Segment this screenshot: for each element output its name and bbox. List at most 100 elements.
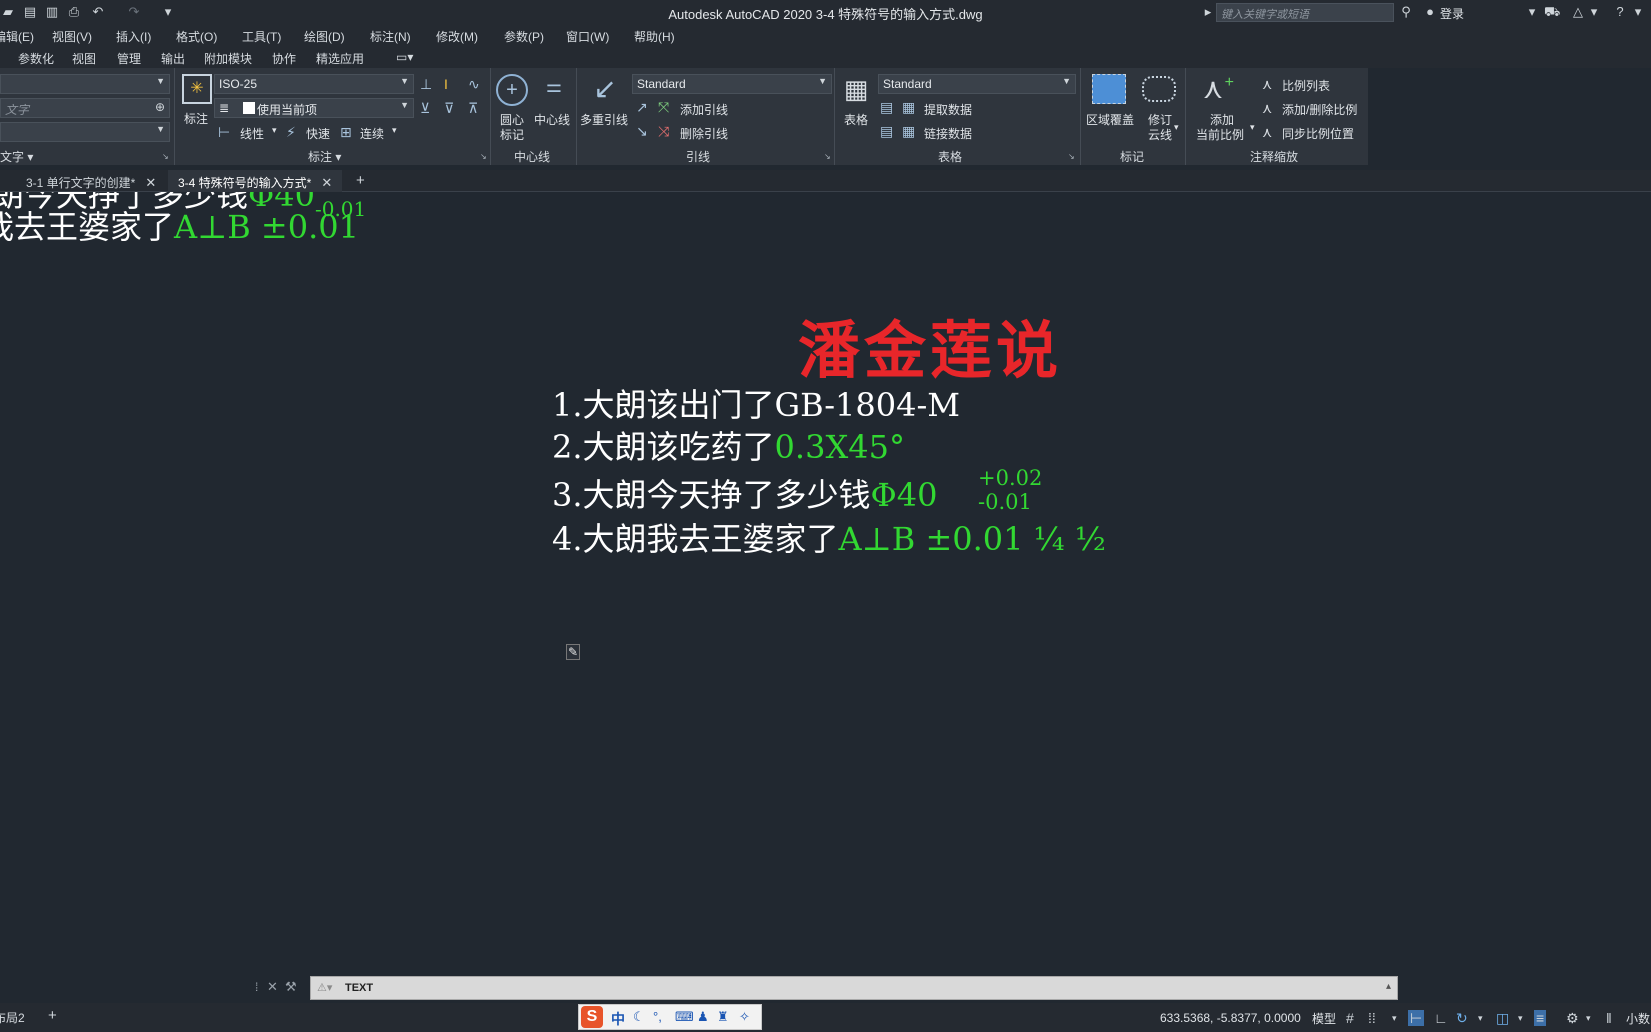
a360-dropdown-icon[interactable]: ▾	[1586, 4, 1602, 20]
close-icon[interactable]: ✕	[145, 175, 156, 190]
remove-leader-icon[interactable]: ↘	[636, 123, 648, 139]
polar-icon[interactable]: ↻	[1456, 1010, 1468, 1026]
cmd-close-icon[interactable]: ✕	[267, 979, 278, 995]
scale-list-icon[interactable]: ⋏	[1262, 76, 1272, 92]
coordinates-readout[interactable]: 633.5368, -5.8377, 0.0000	[1160, 1011, 1301, 1025]
dim-tool-4-icon[interactable]: ⊻	[420, 100, 430, 116]
add-leader-button[interactable]: 添加引线	[680, 101, 728, 118]
ime-keyboard-icon[interactable]: ⌨	[675, 1009, 694, 1025]
add-current-scale-button-2[interactable]: 当前比例	[1196, 126, 1244, 143]
remove-leader-x-icon[interactable]: ⤨	[658, 123, 669, 139]
cmd-customize-icon[interactable]: ⚒	[285, 979, 297, 995]
dim-layer-combo[interactable]: ≣ 使用当前项 ▼	[214, 98, 414, 118]
continue-button[interactable]: 连续	[360, 125, 384, 142]
menu-insert[interactable]: 插入(I)	[116, 28, 151, 45]
link-data-button[interactable]: 链接数据	[924, 125, 972, 142]
remove-leader-button[interactable]: 删除引线	[680, 125, 728, 142]
cart-icon[interactable]: ⛟	[1544, 4, 1560, 20]
menu-tools[interactable]: 工具(T)	[242, 28, 281, 45]
snap-icon[interactable]: ⁞⁞	[1368, 1010, 1376, 1026]
new-tab-icon[interactable]: +	[356, 172, 365, 189]
ime-user-icon[interactable]: ♟	[697, 1009, 709, 1025]
link-data-icon-1[interactable]: ▤	[880, 123, 893, 139]
tab-collaborate[interactable]: 协作	[272, 50, 296, 67]
model-space-toggle[interactable]: 模型	[1312, 1010, 1336, 1027]
menu-window[interactable]: 窗口(W)	[566, 28, 609, 45]
add-layout-icon[interactable]: +	[48, 1007, 57, 1024]
extract-data-icon-1[interactable]: ▤	[880, 99, 893, 115]
a360-icon[interactable]: △	[1570, 4, 1586, 20]
tab-addins[interactable]: 附加模块	[204, 50, 252, 67]
scale-list-button[interactable]: 比例列表	[1282, 77, 1330, 94]
sogou-logo-icon[interactable]: S	[581, 1006, 603, 1028]
extract-data-icon-2[interactable]: ▦	[902, 99, 915, 115]
find-text-input[interactable]: 文字 ⊕	[0, 98, 170, 118]
wipeout-icon[interactable]	[1092, 74, 1126, 104]
menu-format[interactable]: 格式(O)	[176, 28, 217, 45]
continue-dropdown-icon[interactable]: ▾	[392, 125, 397, 136]
command-line[interactable]: ⁞ ✕ ⚒ ⚠▾ TEXT ▴	[255, 976, 1398, 1000]
ribbon-toggle-icon[interactable]: ▭▾	[396, 50, 413, 64]
isodraft-dropdown-icon[interactable]: ▾	[1518, 1010, 1523, 1026]
text-panel-title[interactable]: 文字 ▾	[0, 148, 33, 165]
lineweight-icon[interactable]: ≡	[1534, 1010, 1547, 1026]
quick-dim-icon[interactable]: ⚡	[286, 124, 296, 140]
cmd-history-icon[interactable]: ▴	[1386, 981, 1391, 992]
quick-dim-button[interactable]: 快速	[306, 125, 330, 142]
binoculars-icon[interactable]: ⚲	[1398, 4, 1414, 20]
login-dropdown-icon[interactable]: ▾	[1524, 4, 1540, 20]
text-panel-launcher-icon[interactable]: ↘	[162, 152, 169, 161]
expand-arrow-icon[interactable]: ▸	[1200, 4, 1216, 20]
add-leader-icon[interactable]: ↗	[636, 99, 648, 115]
centerline-icon[interactable]: ⚌	[538, 77, 570, 95]
dim-tool-2-icon[interactable]: I	[444, 76, 448, 92]
help-search-input[interactable]: 键入关键字或短语	[1216, 3, 1394, 22]
cmd-grip-icon[interactable]: ⁞	[255, 980, 258, 994]
table-style-combo[interactable]: Standard ▼	[878, 74, 1076, 94]
user-icon[interactable]: ●	[1422, 4, 1438, 20]
ime-skin-icon[interactable]: ♜	[717, 1009, 729, 1025]
help-icon[interactable]: ?	[1612, 4, 1628, 20]
add-scale-dropdown-icon[interactable]: ▾	[1250, 122, 1255, 133]
doc-tab-3-1[interactable]: 3-1 单行文字的创建* ✕	[16, 170, 166, 192]
revcloud-button-2[interactable]: 云线	[1148, 126, 1172, 143]
menu-parametric[interactable]: 参数(P)	[504, 28, 544, 45]
sync-scale-button[interactable]: 同步比例位置	[1282, 125, 1354, 142]
sync-scale-icon[interactable]: ⋏	[1262, 124, 1272, 140]
text-height-combo[interactable]: ▼	[0, 122, 170, 142]
center-mark-icon[interactable]: +	[496, 74, 528, 106]
centerline-button[interactable]: 中心线	[534, 111, 570, 128]
linear-dropdown-icon[interactable]: ▾	[272, 125, 277, 136]
doc-tab-3-4[interactable]: 3-4 特殊符号的输入方式* ✕	[168, 170, 343, 192]
layout-tab[interactable]: 布局2	[0, 1009, 25, 1026]
tab-manage[interactable]: 管理	[117, 50, 141, 67]
menu-view[interactable]: 视图(V)	[52, 28, 92, 45]
ortho-icon[interactable]: ∟	[1434, 1010, 1448, 1026]
linear-button[interactable]: 线性	[240, 125, 264, 142]
add-remove-scale-icon[interactable]: ⋏	[1262, 100, 1272, 116]
continue-icon[interactable]: ⊞	[340, 124, 352, 140]
add-remove-scale-button[interactable]: 添加/删除比例	[1282, 101, 1357, 118]
tab-parametric[interactable]: 参数化	[18, 50, 54, 67]
multileader-icon[interactable]: ↙	[588, 72, 622, 106]
dimension-icon[interactable]: ✳	[182, 74, 212, 104]
mleader-style-combo[interactable]: Standard ▼	[632, 74, 832, 94]
center-mark-button-2[interactable]: 标记	[500, 126, 524, 143]
link-data-icon-2[interactable]: ▦	[902, 123, 915, 139]
dim-tool-3-icon[interactable]: ∿	[468, 76, 480, 92]
units-label[interactable]: 小数	[1626, 1010, 1650, 1027]
tab-output[interactable]: 输出	[161, 50, 185, 67]
menu-modify[interactable]: 修改(M)	[436, 28, 478, 45]
close-icon[interactable]: ✕	[321, 175, 332, 190]
isodraft-icon[interactable]: ◫	[1496, 1010, 1509, 1026]
revcloud-icon[interactable]	[1142, 76, 1176, 102]
dim-tool-5-icon[interactable]: ⊽	[444, 100, 454, 116]
dim-style-combo[interactable]: ISO-25 ▼	[214, 74, 414, 94]
extract-data-button[interactable]: 提取数据	[924, 101, 972, 118]
tab-view[interactable]: 视图	[72, 50, 96, 67]
dim-tool-1-icon[interactable]: ⊥	[420, 76, 432, 92]
add-leader-plus-icon[interactable]: ⤧	[658, 99, 669, 115]
ime-punct-icon[interactable]: °,	[653, 1009, 662, 1024]
add-current-scale-icon[interactable]: ⋏ +	[1196, 72, 1234, 106]
dim-tool-6-icon[interactable]: ⊼	[468, 100, 478, 116]
